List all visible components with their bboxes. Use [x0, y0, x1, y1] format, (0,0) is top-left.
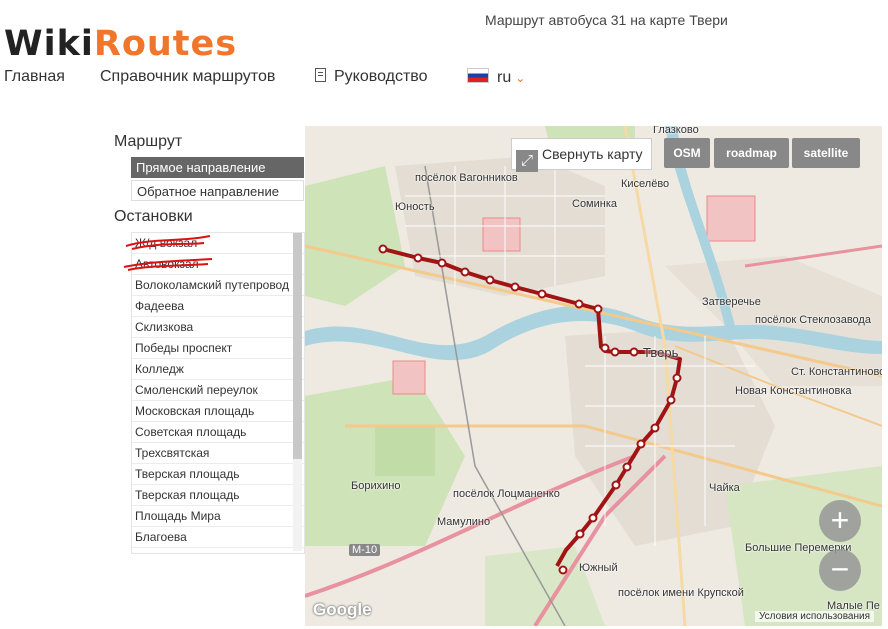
route-map[interactable]: Глазково посёлок Вагонников Киселёво Юно…: [305, 126, 882, 626]
stop-item[interactable]: Благоева: [132, 527, 304, 548]
collapse-arrows-icon: ⤢: [516, 150, 538, 172]
map-label-krupskoy: посёлок имени Крупской: [618, 587, 744, 599]
language-label: ru: [497, 69, 512, 86]
google-logo: Google: [313, 600, 372, 619]
page-title: Маршрут автобуса 31 на карте Твери: [485, 12, 728, 28]
map-label-borikhino: Борихино: [351, 480, 401, 492]
map-type-osm[interactable]: OSM: [664, 138, 710, 168]
collapse-map-button[interactable]: ⤢ Свернуть карту: [511, 138, 652, 172]
map-type-satellite[interactable]: satellite: [792, 138, 860, 168]
language-selector[interactable]: ru ⌄: [467, 68, 525, 87]
map-label-zatverechye: Затверечье: [702, 296, 761, 308]
collapse-map-label: Свернуть карту: [542, 146, 643, 162]
russian-flag-icon: [467, 68, 489, 83]
direction-reverse[interactable]: Обратное направление: [131, 180, 304, 201]
zoom-in-button[interactable]: +: [819, 500, 861, 542]
red-strikethrough-marks: [123, 235, 213, 271]
map-label-mamulino: Мамулино: [437, 516, 491, 528]
map-label-yunost: Юность: [395, 201, 435, 213]
map-label-lotsmanenko: посёлок Лоцманенко: [453, 488, 560, 500]
stop-item[interactable]: Советская площадь: [132, 422, 304, 443]
map-label-kiselevo: Киселёво: [621, 178, 670, 190]
document-icon: [315, 68, 326, 82]
stop-item[interactable]: Площадь Мира: [132, 506, 304, 527]
logo-part-routes: Routes: [93, 24, 238, 64]
stop-item[interactable]: Тверская площадь: [132, 464, 304, 485]
nav-guide[interactable]: Руководство: [315, 68, 428, 86]
stops-scrollbar-thumb[interactable]: [293, 233, 302, 459]
stop-item[interactable]: Смоленский переулок: [132, 380, 304, 401]
stops-heading: Остановки: [114, 208, 193, 225]
map-label-chayka: Чайка: [709, 482, 740, 494]
terms-of-use-link[interactable]: Условия использования: [755, 611, 874, 622]
stop-item[interactable]: Победы проспект: [132, 338, 304, 359]
stops-list: Ж/д вокзал Автовокзал Волоколамский путе…: [131, 232, 305, 554]
stop-item[interactable]: Трехсвятская: [132, 443, 304, 464]
nav-home[interactable]: Главная: [4, 68, 65, 86]
map-label-vagonnikov: посёлок Вагонников: [415, 172, 518, 184]
zoom-out-button[interactable]: −: [819, 549, 861, 591]
stop-item[interactable]: Тверская площадь: [132, 485, 304, 506]
route-heading: Маршрут: [114, 133, 183, 150]
stop-item[interactable]: Волоколамский путепровод: [132, 275, 304, 296]
stop-item[interactable]: Фадеева: [132, 296, 304, 317]
map-label-steklozavoda: посёлок Стеклозавода: [755, 314, 871, 326]
wikiroutes-logo[interactable]: WikiRoutes: [4, 22, 237, 66]
stop-item[interactable]: Московская площадь: [132, 401, 304, 422]
stop-item[interactable]: Склизкова: [132, 317, 304, 338]
map-label-m10: M-10: [349, 544, 381, 556]
map-type-roadmap[interactable]: roadmap: [714, 138, 789, 168]
chevron-down-icon: ⌄: [515, 71, 526, 85]
direction-forward[interactable]: Прямое направление: [131, 157, 304, 178]
map-label-st-konstantinovo: Ст. Константиново: [791, 366, 882, 378]
nav-route-directory[interactable]: Справочник маршрутов: [100, 68, 275, 86]
logo-part-wiki: Wiki: [4, 24, 94, 64]
map-label-sominka: Соминка: [572, 198, 618, 210]
map-label-glazkovo: Глазково: [653, 126, 699, 136]
map-label-nova-konstantinovka: Новая Константиновка: [735, 385, 852, 397]
map-label-tver: Тверь: [643, 345, 679, 360]
nav-guide-label: Руководство: [334, 68, 428, 85]
map-label-yuzhny: Южный: [579, 562, 618, 574]
stop-item[interactable]: Колледж: [132, 359, 304, 380]
